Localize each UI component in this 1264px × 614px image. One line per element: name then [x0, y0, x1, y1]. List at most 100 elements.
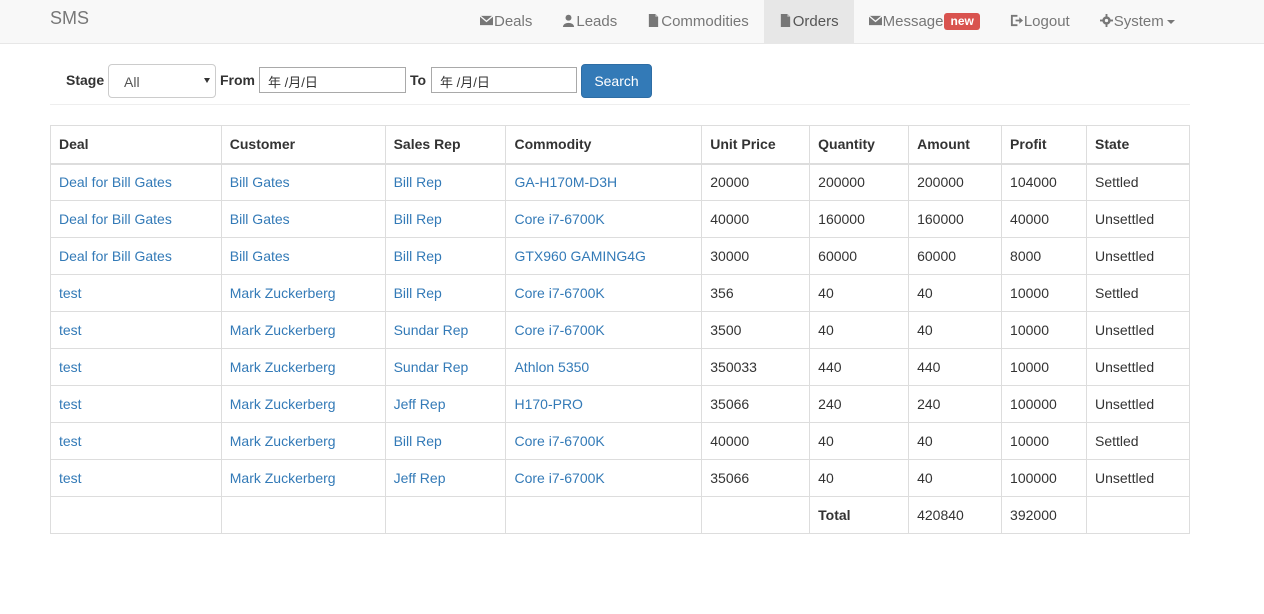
column-header[interactable]: Unit Price [701, 125, 811, 165]
table-cell: Sundar Rep [384, 348, 507, 386]
table-cell-link[interactable]: Bill Rep [394, 174, 442, 190]
table-cell-link[interactable]: Jeff Rep [394, 470, 446, 486]
table-cell-link[interactable]: Sundar Rep [394, 322, 469, 338]
table-cell-link[interactable]: test [59, 433, 82, 449]
column-header[interactable]: Commodity [505, 125, 703, 165]
table-cell: Mark Zuckerberg [220, 385, 386, 423]
filter-form: Stage All From 年 /月/日 To 年 /月/日 Search [50, 64, 1190, 105]
table-cell: 200000 [908, 163, 1003, 201]
table-cell: 10000 [1001, 422, 1087, 460]
table-cell: Bill Rep [384, 200, 507, 238]
from-label: From [220, 72, 255, 88]
search-button[interactable]: Search [581, 64, 652, 98]
table-cell: Bill Gates [220, 237, 386, 275]
to-date-input[interactable]: 年 /月/日 [431, 67, 577, 93]
table-cell: Jeff Rep [384, 385, 507, 423]
from-date-input[interactable]: 年 /月/日 [259, 67, 406, 93]
table-cell-link[interactable]: Mark Zuckerberg [230, 359, 336, 375]
stage-select[interactable]: All [108, 64, 216, 98]
table-cell: 10000 [1001, 274, 1087, 312]
table-cell-link[interactable]: test [59, 396, 82, 412]
table-header-row: Deal Customer Sales Rep Commodity Unit Price… [50, 125, 1190, 165]
table-cell-link[interactable]: Bill Gates [230, 211, 290, 227]
table-cell-link[interactable]: Core i7-6700K [514, 211, 604, 227]
table-cell: Mark Zuckerberg [220, 311, 386, 349]
table-cell-link[interactable]: Deal for Bill Gates [59, 174, 172, 190]
table-cell: 104000 [1001, 163, 1087, 201]
column-header[interactable]: Customer [220, 125, 386, 165]
table-cell-link[interactable]: Core i7-6700K [514, 285, 604, 301]
table-cell-link[interactable]: H170-PRO [514, 396, 582, 412]
column-header[interactable]: Amount [908, 125, 1003, 165]
table-cell-link[interactable]: Mark Zuckerberg [230, 396, 336, 412]
gear-icon [1099, 14, 1113, 27]
table-cell-link[interactable]: Core i7-6700K [514, 322, 604, 338]
table-cell: test [50, 311, 222, 349]
table-cell-link[interactable]: Bill Gates [230, 174, 290, 190]
nav-item-logout[interactable]: Logout [995, 0, 1085, 43]
nav-item-label: Message [882, 13, 944, 30]
table-cell-link[interactable]: test [59, 470, 82, 486]
nav-item-message[interactable]: Message new [854, 0, 995, 43]
empty-cell [1086, 496, 1190, 534]
table-cell-link[interactable]: Mark Zuckerberg [230, 322, 336, 338]
table-cell-link[interactable]: Bill Rep [394, 285, 442, 301]
nav-menu: Deals Leads Commodities Orders Message new Log… [465, 0, 1190, 43]
table-cell: 40 [809, 311, 910, 349]
user-icon [562, 14, 575, 27]
table-cell-link[interactable]: Core i7-6700K [514, 470, 604, 486]
nav-item-orders[interactable]: Orders [763, 0, 854, 43]
table-cell-link[interactable]: Athlon 5350 [514, 359, 589, 375]
table-cell: 160000 [908, 200, 1003, 238]
brand[interactable]: SMS [50, 8, 89, 28]
orders-table: Deal Customer Sales Rep Commodity Unit Price… [50, 125, 1190, 534]
nav-item-commodities[interactable]: Commodities [632, 0, 764, 43]
table-cell-link[interactable]: Deal for Bill Gates [59, 248, 172, 264]
table-cell: 40 [809, 459, 910, 497]
table-cell: 35066 [701, 459, 811, 497]
table-cell: Bill Gates [220, 163, 386, 201]
table-cell-link[interactable]: test [59, 285, 82, 301]
column-header[interactable]: Deal [50, 125, 222, 165]
column-header[interactable]: Quantity [809, 125, 910, 165]
stage-label: Stage [66, 72, 105, 88]
table-cell: 40 [908, 311, 1003, 349]
table-cell-link[interactable]: Bill Rep [394, 433, 442, 449]
empty-cell [384, 496, 507, 534]
table-cell-link[interactable]: GTX960 GAMING4G [514, 248, 645, 264]
table-cell-link[interactable]: Bill Rep [394, 211, 442, 227]
nav-item-deals[interactable]: Deals [465, 0, 547, 43]
table-cell-link[interactable]: Mark Zuckerberg [230, 285, 336, 301]
table-cell-link[interactable]: GA-H170M-D3H [514, 174, 617, 190]
table-cell: 35066 [701, 385, 811, 423]
table-cell: 240 [908, 385, 1003, 423]
table-cell: 40 [809, 274, 910, 312]
file-icon [647, 14, 660, 27]
table-cell: Unsettled [1086, 459, 1190, 497]
select-arrow-icon [204, 78, 210, 83]
table-cell-link[interactable]: Jeff Rep [394, 396, 446, 412]
table-cell-link[interactable]: Core i7-6700K [514, 433, 604, 449]
table-cell: Bill Rep [384, 237, 507, 275]
nav-item-system[interactable]: System [1085, 0, 1190, 43]
table-cell: H170-PRO [505, 385, 703, 423]
stage-select-value: All [124, 74, 140, 90]
table-cell-link[interactable]: Bill Gates [230, 248, 290, 264]
column-header[interactable]: Profit [1001, 125, 1087, 165]
nav-item-label: Orders [792, 13, 839, 30]
table-cell-link[interactable]: Mark Zuckerberg [230, 470, 336, 486]
table-cell-link[interactable]: Sundar Rep [394, 359, 469, 375]
nav-item-leads[interactable]: Leads [547, 0, 632, 43]
table-cell-link[interactable]: test [59, 359, 82, 375]
to-label: To [410, 72, 427, 88]
column-header[interactable]: State [1086, 125, 1190, 165]
table-cell-link[interactable]: test [59, 322, 82, 338]
column-header[interactable]: Sales Rep [384, 125, 507, 165]
table-cell-link[interactable]: Bill Rep [394, 248, 442, 264]
table-cell-link[interactable]: Mark Zuckerberg [230, 433, 336, 449]
table-cell: Jeff Rep [384, 459, 507, 497]
table-row: test Mark Zuckerberg Sundar Rep Athlon 5350… [50, 348, 1190, 386]
table-cell: 10000 [1001, 311, 1087, 349]
nav-item-label: Leads [576, 13, 618, 30]
table-cell-link[interactable]: Deal for Bill Gates [59, 211, 172, 227]
